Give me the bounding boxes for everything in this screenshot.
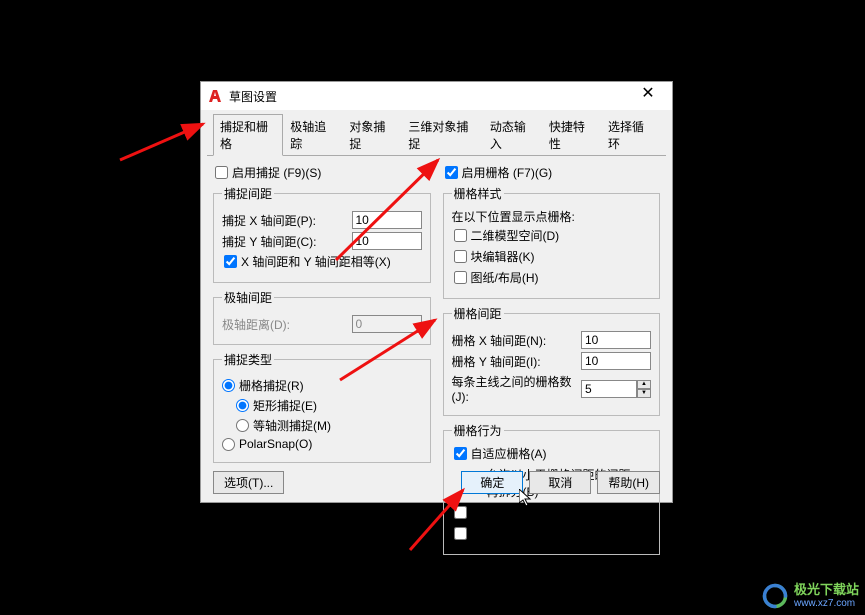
enable-grid-row: 启用栅格 (F7)(G) bbox=[443, 164, 661, 181]
ok-button[interactable]: 确定 bbox=[461, 471, 523, 494]
grid-snap-radio[interactable] bbox=[222, 379, 235, 392]
equal-xy-checkbox[interactable] bbox=[224, 255, 237, 268]
enable-snap-row: 启用捕捉 (F9)(S) bbox=[213, 164, 431, 181]
grid-style-desc: 在以下位置显示点栅格: bbox=[452, 208, 652, 225]
spinner-down-icon[interactable]: ▼ bbox=[637, 389, 651, 398]
dialog-title: 草图设置 bbox=[229, 88, 630, 105]
block-editor-label: 块编辑器(K) bbox=[471, 248, 535, 265]
grid-x-label: 栅格 X 轴间距(N): bbox=[452, 332, 576, 349]
snap-spacing-group: 捕捉间距 捕捉 X 轴间距(P): 捕捉 Y 轴间距(C): X 轴间距和 Y … bbox=[213, 185, 431, 283]
enable-snap-checkbox[interactable] bbox=[215, 166, 228, 179]
tab-osnap[interactable]: 对象捕捉 bbox=[342, 114, 401, 155]
tab-polar[interactable]: 极轴追踪 bbox=[283, 114, 342, 155]
polar-snap-radio[interactable] bbox=[222, 438, 235, 451]
adaptive-label: 自适应栅格(A) bbox=[471, 445, 547, 462]
enable-grid-checkbox[interactable] bbox=[445, 166, 458, 179]
grid-style-legend: 栅格样式 bbox=[452, 185, 504, 202]
snap-y-input[interactable] bbox=[352, 232, 422, 250]
polar-spacing-group: 极轴间距 极轴距离(D): bbox=[213, 289, 431, 345]
paper-layout-label: 图纸/布局(H) bbox=[471, 269, 539, 286]
watermark-url: www.xz7.com bbox=[794, 598, 859, 609]
button-bar: 选项(T)... 确定 取消 帮助(H) bbox=[213, 471, 660, 494]
grid-x-input[interactable] bbox=[581, 331, 651, 349]
show-beyond-label: 显示超出界限的栅格(L) bbox=[471, 504, 594, 521]
snap-type-group: 捕捉类型 栅格捕捉(R) 矩形捕捉(E) 等轴测捕捉(M) bbox=[213, 351, 431, 463]
tab-quick-props[interactable]: 快捷特性 bbox=[542, 114, 601, 155]
adaptive-checkbox[interactable] bbox=[454, 447, 467, 460]
enable-grid-label: 启用栅格 (F7)(G) bbox=[462, 164, 553, 181]
tab-snap-grid[interactable]: 捕捉和栅格 bbox=[213, 114, 283, 156]
show-beyond-checkbox[interactable] bbox=[454, 506, 467, 519]
iso-snap-radio[interactable] bbox=[236, 419, 249, 432]
snap-y-label: 捕捉 Y 轴间距(C): bbox=[222, 233, 346, 250]
grid-snap-label: 栅格捕捉(R) bbox=[239, 377, 304, 394]
help-button[interactable]: 帮助(H) bbox=[597, 471, 660, 494]
watermark: 极光下载站 www.xz7.com bbox=[761, 582, 859, 610]
left-column: 启用捕捉 (F9)(S) 捕捉间距 捕捉 X 轴间距(P): 捕捉 Y 轴间距(… bbox=[213, 164, 431, 561]
grid-major-input[interactable] bbox=[581, 380, 637, 398]
two-d-space-checkbox[interactable] bbox=[454, 229, 467, 242]
tab-strip: 捕捉和栅格 极轴追踪 对象捕捉 三维对象捕捉 动态输入 快捷特性 选择循环 bbox=[207, 110, 666, 156]
app-icon bbox=[207, 88, 223, 104]
polar-dist-input bbox=[352, 315, 422, 333]
watermark-logo-icon bbox=[761, 582, 789, 610]
grid-y-input[interactable] bbox=[581, 352, 651, 370]
grid-y-label: 栅格 Y 轴间距(I): bbox=[452, 353, 576, 370]
tab-dyn-input[interactable]: 动态输入 bbox=[483, 114, 542, 155]
follow-ucs-checkbox[interactable] bbox=[454, 527, 467, 540]
polar-spacing-legend: 极轴间距 bbox=[222, 289, 274, 306]
drafting-settings-dialog: 草图设置 ✕ 捕捉和栅格 极轴追踪 对象捕捉 三维对象捕捉 动态输入 快捷特性 … bbox=[200, 81, 673, 503]
rect-snap-label: 矩形捕捉(E) bbox=[253, 397, 317, 414]
grid-behavior-legend: 栅格行为 bbox=[452, 422, 504, 439]
snap-type-legend: 捕捉类型 bbox=[222, 351, 274, 368]
block-editor-checkbox[interactable] bbox=[454, 250, 467, 263]
spinner-up-icon[interactable]: ▲ bbox=[637, 380, 651, 389]
iso-snap-label: 等轴测捕捉(M) bbox=[253, 417, 331, 434]
tab-sel-cycle[interactable]: 选择循环 bbox=[601, 114, 660, 155]
grid-spacing-legend: 栅格间距 bbox=[452, 305, 504, 322]
enable-snap-label: 启用捕捉 (F9)(S) bbox=[232, 164, 321, 181]
two-d-space-label: 二维模型空间(D) bbox=[471, 227, 560, 244]
options-button[interactable]: 选项(T)... bbox=[213, 471, 284, 494]
snap-x-input[interactable] bbox=[352, 211, 422, 229]
close-icon[interactable]: ✕ bbox=[630, 82, 666, 110]
grid-style-group: 栅格样式 在以下位置显示点栅格: 二维模型空间(D) 块编辑器(K) 图纸/布局… bbox=[443, 185, 661, 299]
equal-xy-label: X 轴间距和 Y 轴间距相等(X) bbox=[241, 253, 391, 270]
right-column: 启用栅格 (F7)(G) 栅格样式 在以下位置显示点栅格: 二维模型空间(D) … bbox=[443, 164, 661, 561]
paper-layout-checkbox[interactable] bbox=[454, 271, 467, 284]
tab-content: 启用捕捉 (F9)(S) 捕捉间距 捕捉 X 轴间距(P): 捕捉 Y 轴间距(… bbox=[201, 156, 672, 569]
tab-3dosnap[interactable]: 三维对象捕捉 bbox=[401, 114, 483, 155]
polar-snap-label: PolarSnap(O) bbox=[239, 437, 312, 451]
snap-x-label: 捕捉 X 轴间距(P): bbox=[222, 212, 346, 229]
grid-major-label: 每条主线之间的栅格数(J): bbox=[452, 373, 576, 404]
titlebar[interactable]: 草图设置 ✕ bbox=[201, 82, 672, 110]
polar-dist-label: 极轴距离(D): bbox=[222, 316, 346, 333]
snap-spacing-legend: 捕捉间距 bbox=[222, 185, 274, 202]
watermark-brand: 极光下载站 bbox=[794, 583, 859, 597]
rect-snap-radio[interactable] bbox=[236, 399, 249, 412]
follow-ucs-label: 遵循动态 UCS(U) bbox=[471, 525, 564, 542]
grid-spacing-group: 栅格间距 栅格 X 轴间距(N): 栅格 Y 轴间距(I): 每条主线之间的栅格… bbox=[443, 305, 661, 416]
cancel-button[interactable]: 取消 bbox=[529, 471, 591, 494]
